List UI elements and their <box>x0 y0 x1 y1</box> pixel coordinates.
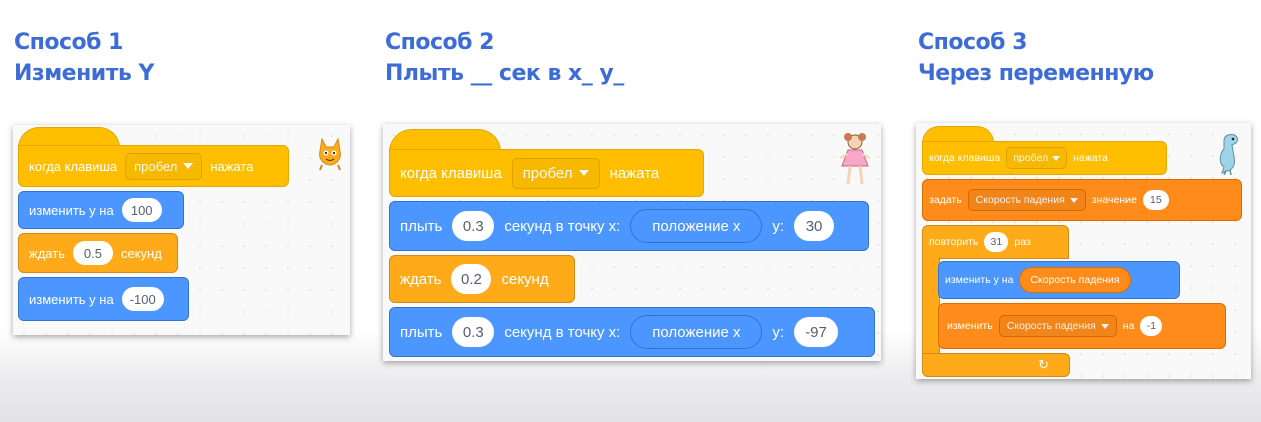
key-dropdown-value: пробел <box>1013 152 1049 164</box>
method-1-title-line2: Изменить Y <box>14 61 154 86</box>
key-dropdown[interactable]: пробел <box>511 157 600 189</box>
when-key-label: когда клавиша <box>929 152 1001 164</box>
repeat-block-foot: ↻ <box>922 353 1070 377</box>
glide-to-label: секунд в точку х: <box>504 323 621 341</box>
pressed-label: нажата <box>1073 152 1108 164</box>
change-y-value-input[interactable]: -100 <box>121 287 164 311</box>
glide-y-input[interactable]: 30 <box>794 211 835 241</box>
when-key-pressed-block[interactable]: когда клавиша пробел нажата <box>389 149 704 197</box>
wait-value-input[interactable]: 0.2 <box>451 264 492 294</box>
chevron-down-icon <box>1100 323 1109 329</box>
method-2-stage: когда клавиша пробел нажата плыть 0.3 се… <box>383 124 881 361</box>
repeat-unit-label: раз <box>1014 236 1031 248</box>
method-2-title-line2: Плыть __ сек в х_ у_ <box>385 61 624 86</box>
method-1-title: Способ 1 Изменить Y <box>14 27 154 89</box>
change-y-block-1[interactable]: изменить у на 100 <box>18 191 184 229</box>
glide-seconds-input[interactable]: 0.3 <box>452 211 495 241</box>
method-3-title: Способ 3 Через переменную <box>918 27 1154 89</box>
glide-y-input[interactable]: -97 <box>794 317 839 347</box>
change-value-input[interactable]: -1 <box>1140 316 1163 336</box>
when-key-pressed-block[interactable]: когда клавиша пробел нажата <box>18 145 289 187</box>
method-3-title-line2: Через переменную <box>918 61 1154 86</box>
glide-label: плыть <box>400 323 443 341</box>
x-position-reporter[interactable]: положение х <box>630 209 763 243</box>
repeat-count-input[interactable]: 31 <box>984 232 1009 252</box>
change-y-label: изменить у на <box>945 274 1014 286</box>
key-dropdown-value: пробел <box>134 158 178 174</box>
glide-seconds-input[interactable]: 0.3 <box>452 317 495 347</box>
method-1-stage: когда клавиша пробел нажата изменить у н… <box>13 125 350 335</box>
key-dropdown[interactable]: пробел <box>1006 147 1068 169</box>
repeat-block[interactable]: повторить 31 раз <box>922 225 1069 259</box>
set-value-input[interactable]: 15 <box>1142 190 1169 210</box>
change-y-label: изменить у на <box>29 291 114 307</box>
variable-reporter[interactable]: Скорость падения <box>1019 267 1131 293</box>
when-key-pressed-block[interactable]: когда клавиша пробел нажата <box>922 141 1167 175</box>
repeat-label: повторить <box>929 236 979 248</box>
loop-arrow-icon: ↻ <box>1038 357 1049 372</box>
wait-label: ждать <box>29 245 65 261</box>
pressed-label: нажата <box>210 158 254 174</box>
method-3-title-line1: Способ 3 <box>918 30 1027 55</box>
ballerina-icon <box>839 133 871 185</box>
glide-block-1[interactable]: плыть 0.3 секунд в точку х: положение х … <box>389 201 869 251</box>
chevron-down-icon <box>1052 155 1061 161</box>
wait-block[interactable]: ждать 0.2 секунд <box>389 255 575 303</box>
pressed-label: нажата <box>609 164 660 182</box>
wait-value-input[interactable]: 0.5 <box>72 241 113 265</box>
glide-to-label: секунд в точку х: <box>504 217 621 235</box>
scratch-cat-icon <box>319 137 341 171</box>
method-3-stage: когда клавиша пробел нажата задать Скоро… <box>916 123 1251 379</box>
method-2-title: Способ 2 Плыть __ сек в х_ у_ <box>385 27 624 89</box>
wait-block[interactable]: ждать 0.5 секунд <box>18 233 178 273</box>
y-label: у: <box>772 217 785 235</box>
change-y-value-input[interactable]: 100 <box>121 198 162 222</box>
method-2-title-line1: Способ 2 <box>385 30 494 55</box>
set-variable-block[interactable]: задать Скорость падения значение 15 <box>922 179 1242 221</box>
change-label: изменить <box>947 320 993 332</box>
change-y-label: изменить у на <box>29 202 114 218</box>
key-dropdown-value: пробел <box>522 164 573 182</box>
variable-dropdown[interactable]: Скорость падения <box>967 189 1086 211</box>
by-label: на <box>1122 320 1135 332</box>
chevron-down-icon <box>578 170 589 176</box>
chevron-down-icon <box>183 163 194 169</box>
x-position-reporter[interactable]: положение х <box>630 315 763 349</box>
variable-dropdown-value: Скорость падения <box>1006 320 1096 332</box>
variable-dropdown[interactable]: Скорость падения <box>998 315 1117 337</box>
change-variable-block[interactable]: изменить Скорость падения на -1 <box>938 303 1226 349</box>
variable-dropdown-value: Скорость падения <box>975 194 1065 206</box>
wait-unit-label: секунд <box>501 270 549 288</box>
glide-label: плыть <box>400 217 443 235</box>
when-key-label: когда клавиша <box>29 158 118 174</box>
y-label: у: <box>772 323 785 341</box>
change-y-block[interactable]: изменить у на Скорость падения <box>938 261 1180 299</box>
key-dropdown[interactable]: пробел <box>125 152 203 180</box>
wait-label: ждать <box>400 270 442 288</box>
dinosaur-icon <box>1219 134 1239 175</box>
set-label: задать <box>929 194 962 206</box>
glide-block-2[interactable]: плыть 0.3 секунд в точку х: положение х … <box>389 307 875 357</box>
chevron-down-icon <box>1069 197 1078 203</box>
change-y-block-2[interactable]: изменить у на -100 <box>18 277 189 321</box>
set-value-label: значение <box>1091 194 1137 206</box>
wait-unit-label: секунд <box>120 245 162 261</box>
when-key-label: когда клавиша <box>400 164 502 182</box>
method-1-title-line1: Способ 1 <box>14 30 123 55</box>
